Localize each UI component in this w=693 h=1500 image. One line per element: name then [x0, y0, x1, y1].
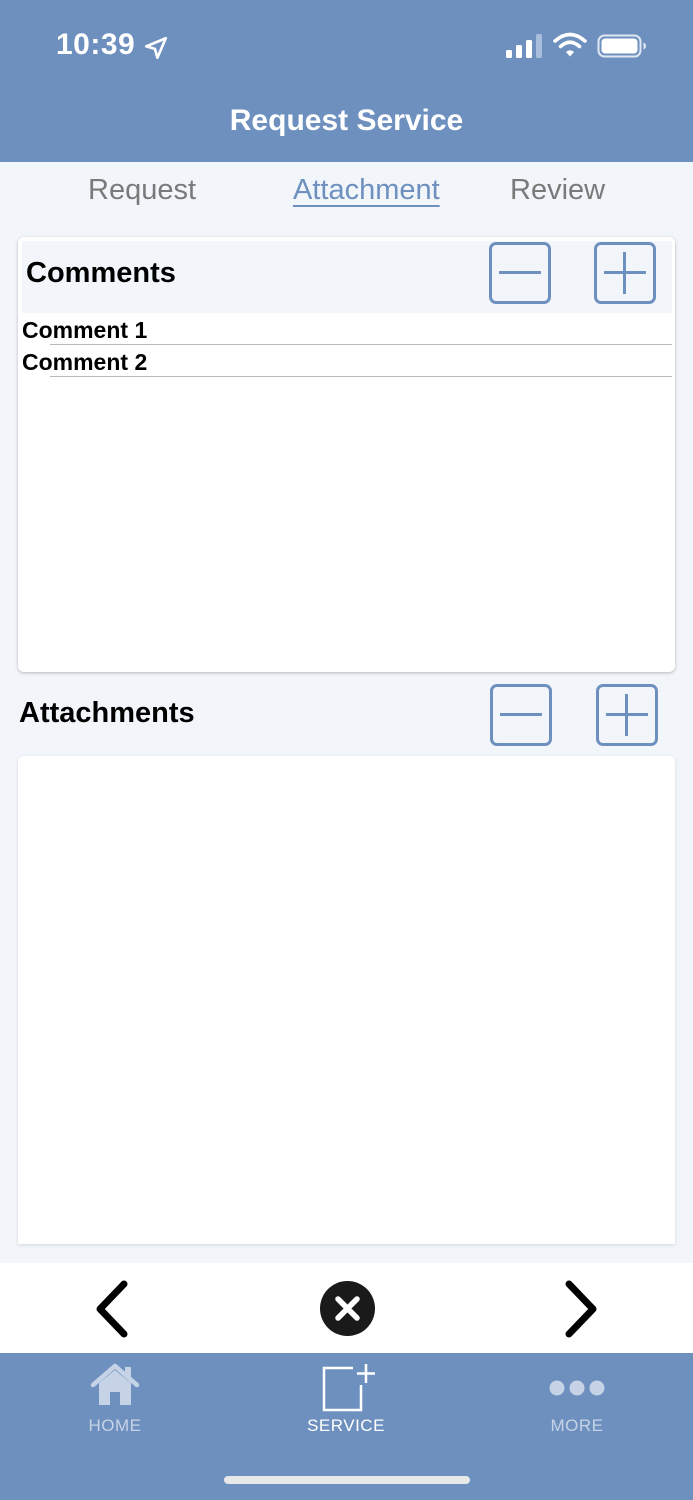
attachments-list: [18, 756, 675, 1244]
comment-list-item[interactable]: Comment 2: [22, 345, 672, 377]
tab-attachment[interactable]: Attachment: [293, 174, 440, 207]
chevron-left-icon[interactable]: [92, 1279, 132, 1339]
more-dots-icon: [549, 1380, 605, 1396]
tab-more-label: MORE: [550, 1416, 604, 1435]
service-add-icon: [322, 1364, 375, 1412]
remove-attachment-button[interactable]: [490, 684, 552, 746]
add-comment-button[interactable]: [594, 242, 656, 304]
close-circle-icon: [335, 1296, 360, 1321]
minus-icon: [499, 271, 541, 274]
cancel-button[interactable]: [320, 1281, 375, 1336]
attachments-title: Attachments: [19, 697, 195, 729]
comments-card: Comments Comment 1 Comment 2: [18, 237, 675, 672]
comment-list-item[interactable]: Comment 1: [22, 313, 672, 345]
comment-text: Comment 1: [22, 317, 148, 343]
header: 10:39 Request Service: [0, 0, 693, 162]
row-divider: [50, 376, 672, 377]
comments-title: Comments: [26, 257, 176, 289]
chevron-right-icon[interactable]: [561, 1279, 601, 1339]
segment-tabs: Request Attachment Review: [0, 162, 693, 224]
tab-review[interactable]: Review: [510, 174, 605, 207]
wifi-icon: [553, 32, 587, 57]
action-bar: [0, 1263, 693, 1353]
tab-service-label: SERVICE: [307, 1416, 385, 1435]
tab-more[interactable]: MORE: [507, 1361, 647, 1441]
status-time: 10:39: [56, 28, 136, 61]
bottom-tab-bar: HOME SERVICE MORE: [0, 1353, 693, 1500]
home-indicator: [224, 1476, 470, 1484]
comments-header: Comments: [22, 241, 672, 313]
battery-icon: [597, 34, 646, 58]
minus-icon: [500, 713, 542, 716]
home-icon: [90, 1363, 140, 1405]
cellular-signal-icon: [506, 34, 542, 58]
remove-comment-button[interactable]: [489, 242, 551, 304]
screen: 10:39 Request Service Request Attachment…: [0, 0, 693, 1500]
location-arrow-icon: [144, 36, 168, 60]
page-title: Request Service: [229, 104, 464, 137]
tab-home[interactable]: HOME: [45, 1361, 185, 1441]
tab-request[interactable]: Request: [88, 174, 196, 207]
tab-home-label: HOME: [88, 1416, 142, 1435]
comment-text: Comment 2: [22, 349, 148, 375]
tab-service[interactable]: SERVICE: [276, 1361, 416, 1441]
add-attachment-button[interactable]: [596, 684, 658, 746]
